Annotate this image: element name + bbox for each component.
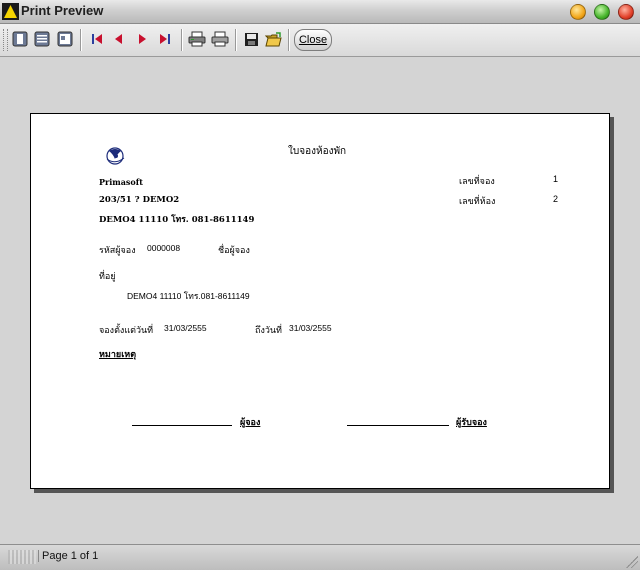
remarks-label: หมายเหตุ bbox=[99, 350, 137, 360]
address-line-1: 203/51 ? DEMO2 bbox=[99, 195, 180, 205]
status-bar: Page 1 of 1 bbox=[0, 544, 640, 570]
print-setup-button[interactable] bbox=[188, 30, 206, 48]
minimize-button[interactable] bbox=[570, 4, 586, 20]
booker-signature-label: ผู้จอง bbox=[240, 418, 261, 428]
open-button[interactable] bbox=[264, 30, 282, 48]
toolbar-separator bbox=[80, 29, 82, 51]
to-date-label: ถึงวันที่ bbox=[255, 326, 282, 336]
toolbar-separator bbox=[235, 29, 237, 51]
previous-page-icon bbox=[115, 34, 122, 44]
toolbar-grip[interactable] bbox=[3, 29, 8, 51]
toolbar-separator bbox=[181, 29, 183, 51]
last-page-icon bbox=[160, 34, 170, 44]
one-page-view-button[interactable] bbox=[11, 30, 29, 48]
room-no-value: 2 bbox=[553, 194, 559, 204]
booking-no-label: เลขที่จอง bbox=[459, 177, 495, 187]
app-logo-icon bbox=[2, 3, 19, 20]
last-page-button[interactable] bbox=[156, 30, 174, 48]
page-indicator: Page 1 of 1 bbox=[38, 550, 98, 562]
company-name: Primasoft bbox=[99, 177, 143, 187]
receiver-signature-label: ผู้รับจอง bbox=[456, 418, 487, 428]
company-logo-icon bbox=[106, 147, 125, 165]
status-grip bbox=[8, 550, 36, 564]
page-width-button[interactable] bbox=[56, 30, 74, 48]
two-page-view-icon bbox=[34, 31, 50, 47]
from-date-value: 31/03/2555 bbox=[164, 323, 207, 333]
next-page-button[interactable] bbox=[133, 30, 151, 48]
first-page-icon bbox=[92, 34, 102, 44]
title-bar: Print Preview bbox=[0, 0, 640, 24]
toolbar: Close bbox=[0, 24, 640, 57]
from-date-label: จองตั้งแต่วันที่ bbox=[99, 326, 154, 336]
address-value: DEMO4 11110 โทร.081-8611149 bbox=[127, 291, 250, 301]
booker-signature-line bbox=[132, 425, 232, 426]
resize-grip-icon[interactable] bbox=[626, 556, 638, 568]
maximize-button[interactable] bbox=[594, 4, 610, 20]
receiver-signature-line bbox=[347, 425, 449, 426]
booker-code-value: 0000008 bbox=[147, 243, 181, 253]
address-line-2: DEMO4 11110 โทร. 081-8611149 bbox=[99, 215, 255, 225]
print-icon bbox=[211, 31, 229, 47]
close-button[interactable]: Close bbox=[294, 29, 332, 51]
next-page-icon bbox=[139, 34, 146, 44]
close-window-button[interactable] bbox=[618, 4, 634, 20]
page-width-icon bbox=[57, 31, 73, 47]
first-page-button[interactable] bbox=[88, 30, 106, 48]
save-button[interactable] bbox=[242, 30, 260, 48]
to-date-value: 31/03/2555 bbox=[289, 323, 332, 333]
window-title: Print Preview bbox=[21, 3, 104, 18]
two-page-view-button[interactable] bbox=[33, 30, 51, 48]
open-folder-icon bbox=[264, 31, 282, 46]
toolbar-separator bbox=[288, 29, 290, 51]
booker-code-label: รหัสผู้จอง bbox=[99, 246, 136, 256]
print-setup-icon bbox=[188, 31, 206, 47]
booker-name-label: ชื่อผู้จอง bbox=[218, 246, 250, 256]
report-page: ใบจองห้องพัก Primasoft 203/51 ? DEMO2 DE… bbox=[30, 113, 610, 489]
previous-page-button[interactable] bbox=[110, 30, 128, 48]
save-icon bbox=[244, 32, 258, 46]
print-button[interactable] bbox=[211, 30, 229, 48]
document-title: ใบจองห้องพัก bbox=[288, 146, 347, 157]
one-page-view-icon bbox=[12, 31, 28, 47]
booking-no-value: 1 bbox=[553, 174, 559, 184]
address-label: ที่อยู่ bbox=[99, 272, 116, 282]
room-no-label: เลขที่ห้อง bbox=[459, 197, 496, 207]
